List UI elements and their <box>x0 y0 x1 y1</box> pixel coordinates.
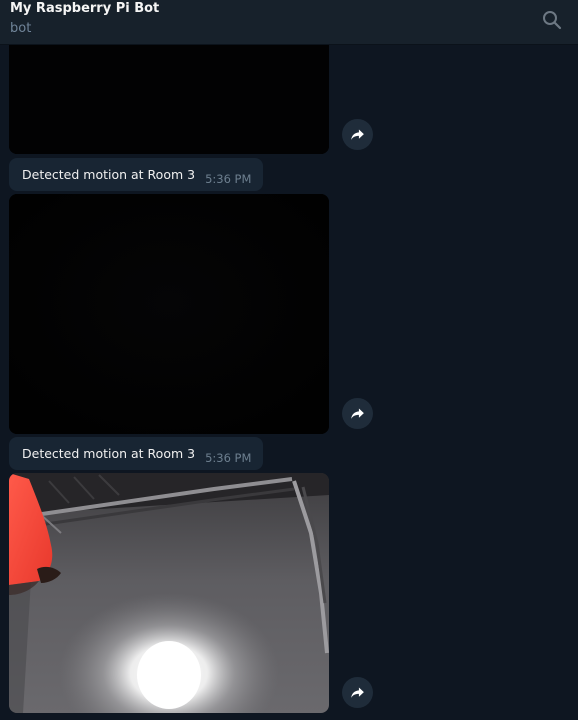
message-list[interactable]: Detected motion at Room 3 5:36 PM Detecte <box>0 45 578 720</box>
message-time: 5:36 PM <box>205 172 252 186</box>
camera-photo <box>9 473 329 713</box>
forward-icon <box>351 408 364 419</box>
chat-title[interactable]: My Raspberry Pi Bot <box>10 1 159 17</box>
forward-button[interactable] <box>342 398 373 429</box>
photo-message[interactable] <box>9 194 329 434</box>
chat-header: My Raspberry Pi Bot bot <box>0 0 578 45</box>
message-text: Detected motion at Room 3 <box>22 446 196 461</box>
photo-message[interactable] <box>9 473 329 713</box>
chat-subtitle: bot <box>10 21 32 36</box>
forward-button[interactable] <box>342 677 373 708</box>
camera-photo <box>9 45 329 154</box>
search-button[interactable] <box>540 8 564 32</box>
photo-message[interactable] <box>9 45 329 154</box>
forward-button[interactable] <box>342 119 373 150</box>
text-message[interactable]: Detected motion at Room 3 5:36 PM <box>9 158 264 191</box>
telegram-window: My Raspberry Pi Bot bot Detected motion … <box>0 0 578 720</box>
text-message[interactable]: Detected motion at Room 3 5:36 PM <box>9 437 264 470</box>
forward-icon <box>351 129 364 140</box>
message-time: 5:36 PM <box>205 451 252 465</box>
camera-photo <box>9 194 329 434</box>
search-icon <box>543 11 562 30</box>
forward-icon <box>351 687 364 698</box>
message-text: Detected motion at Room 3 <box>22 167 196 182</box>
